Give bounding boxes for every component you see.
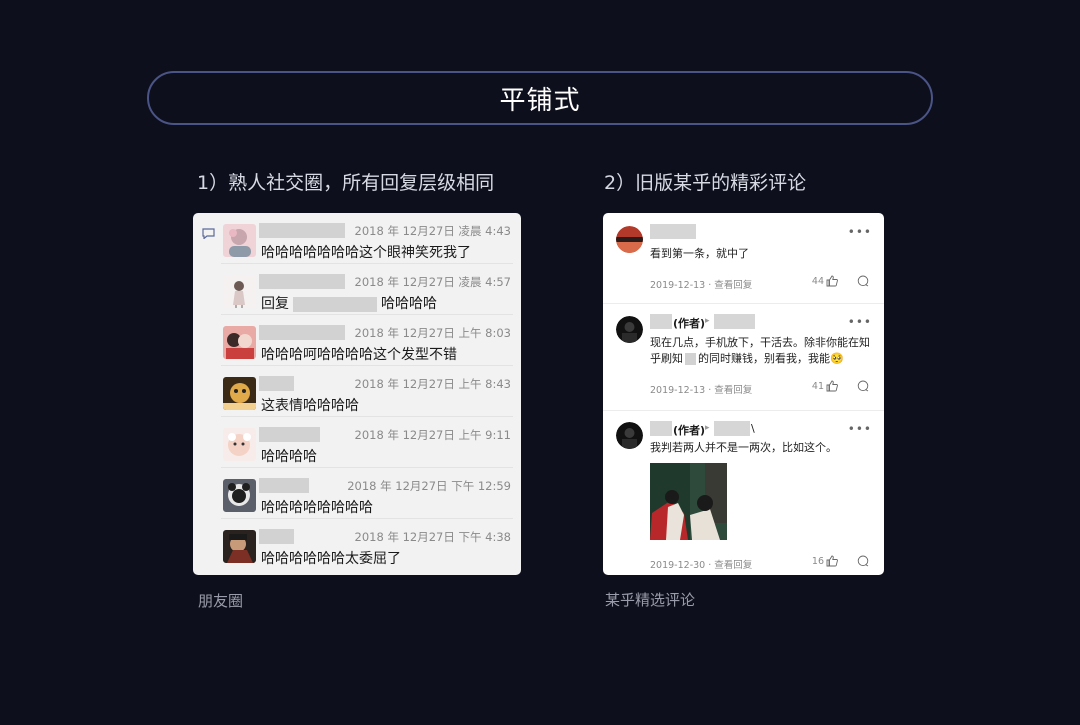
comment-text: 现在几点，手机放下，干活去。除非你能在知 乎刷知 的同时赚钱，别看我，我能🥺	[650, 336, 870, 365]
comment-row[interactable]: 2018 年 12月27日 下午 12:59 哈哈哈哈哈哈哈哈	[221, 468, 513, 519]
left-heading: 1）熟人社交圈，所有回复层级相同	[197, 172, 495, 194]
comment-text: 哈哈哈呵哈哈哈哈这个发型不错	[261, 347, 457, 363]
right-heading: 2）旧版某乎的精彩评论	[604, 172, 807, 194]
more-options-icon[interactable]: •••	[848, 225, 872, 239]
avatar	[223, 428, 256, 461]
comment-bubble-icon	[202, 228, 215, 239]
avatar	[223, 530, 256, 563]
more-options-icon[interactable]: •••	[848, 422, 872, 436]
comment-time: 2018 年 12月27日 下午 12:59	[347, 479, 511, 493]
thumbs-up-icon[interactable]	[826, 380, 838, 392]
comment-item: (作者) ▸ ••• 现在几点，手机放下，干活去。除非你能在知 乎刷知 的同时赚钱，…	[603, 304, 884, 410]
name-placeholder	[259, 274, 345, 289]
comment-time: 2018 年 12月27日 下午 4:38	[354, 530, 511, 544]
view-replies-link[interactable]: 查看回复	[714, 280, 752, 291]
comment-row[interactable]: 2018 年 12月27日 上午 8:03 哈哈哈呵哈哈哈哈这个发型不错	[221, 315, 513, 366]
name-placeholder	[714, 314, 755, 329]
like-count: 41	[811, 381, 824, 392]
name-placeholder	[259, 478, 309, 493]
avatar	[223, 224, 256, 257]
name-placeholder	[259, 223, 345, 238]
author-tail: \	[751, 422, 755, 435]
comment-row[interactable]: 2018 年 12月27日 上午 9:11 哈哈哈哈	[221, 417, 513, 468]
left-caption: 朋友圈	[198, 592, 244, 610]
more-options-icon[interactable]: •••	[848, 315, 872, 329]
thumbs-up-icon[interactable]	[826, 275, 838, 287]
comment-time: 2018 年 12月27日 上午 8:43	[354, 377, 511, 391]
reply-bubble-icon[interactable]	[857, 555, 869, 567]
comment-time: 2018 年 12月27日 凌晨 4:57	[354, 275, 511, 289]
comment-meta: 2019-12-13 · 查看回复	[650, 280, 753, 291]
comment-photo[interactable]	[650, 463, 727, 540]
comment-meta: 2019-12-13 · 查看回复	[650, 385, 753, 396]
name-placeholder	[259, 325, 345, 340]
reply-arrow-icon: ▸	[705, 316, 710, 326]
thumbs-up-icon[interactable]	[826, 555, 838, 567]
avatar	[223, 326, 256, 359]
author-tag: (作者)	[673, 317, 706, 330]
comment-text: 哈哈哈哈哈哈哈哈	[261, 500, 373, 516]
comment-text: 回复 哈哈哈哈	[261, 296, 437, 312]
name-placeholder	[259, 529, 294, 544]
comment-time: 2018 年 12月27日 凌晨 4:43	[354, 224, 511, 238]
comment-row[interactable]: 2018 年 12月27日 凌晨 4:43 哈哈哈哈哈哈哈这个眼神笑死我了	[221, 213, 513, 264]
comment-text: 看到第一条，就中了	[650, 247, 749, 260]
avatar	[223, 479, 256, 512]
comment-time: 2018 年 12月27日 上午 9:11	[354, 428, 511, 442]
comment-text: 哈哈哈哈哈哈太委屈了	[261, 551, 401, 567]
view-replies-link[interactable]: 查看回复	[714, 385, 752, 396]
comment-item: (作者) ▸ \ ••• 我判若两人并不是一两次，比如这个。 2019-12-3…	[603, 411, 884, 575]
name-placeholder	[714, 421, 750, 436]
reply-bubble-icon[interactable]	[857, 380, 869, 392]
avatar[interactable]	[616, 316, 643, 343]
comment-item: ••• 看到第一条，就中了 2019-12-13 · 查看回复 44	[603, 213, 884, 303]
name-placeholder	[259, 376, 294, 391]
comment-row[interactable]: 2018 年 12月27日 下午 4:38 哈哈哈哈哈哈太委屈了	[221, 519, 513, 570]
reply-arrow-icon: ▸	[705, 423, 710, 433]
reply-bubble-icon[interactable]	[857, 275, 869, 287]
name-placeholder	[650, 314, 672, 329]
right-caption: 某乎精选评论	[605, 591, 696, 609]
name-placeholder	[259, 427, 320, 442]
comment-row[interactable]: 2018 年 12月27日 上午 8:43 这表情哈哈哈哈	[221, 366, 513, 417]
avatar[interactable]	[616, 422, 643, 449]
avatar	[223, 377, 256, 410]
name-placeholder	[650, 224, 696, 239]
avatar	[223, 275, 256, 308]
comment-text: 我判若两人并不是一两次，比如这个。	[650, 441, 837, 454]
comment-text: 哈哈哈哈哈哈哈这个眼神笑死我了	[261, 245, 471, 261]
view-replies-link[interactable]: 查看回复	[714, 560, 752, 571]
zhihu-comment-panel: ••• 看到第一条，就中了 2019-12-13 · 查看回复 44 (作者) …	[603, 213, 884, 575]
comment-time: 2018 年 12月27日 上午 8:03	[354, 326, 511, 340]
like-count: 44	[811, 276, 824, 287]
author-tag: (作者)	[673, 424, 706, 437]
name-placeholder	[650, 421, 672, 436]
page-title: 平铺式	[147, 71, 933, 125]
comment-meta: 2019-12-30 · 查看回复	[650, 560, 753, 571]
comment-text: 这表情哈哈哈哈	[261, 398, 359, 414]
moments-comment-panel: 2018 年 12月27日 凌晨 4:43 哈哈哈哈哈哈哈这个眼神笑死我了 20…	[193, 213, 521, 575]
comment-row[interactable]: 2018 年 12月27日 凌晨 4:57 回复 哈哈哈哈	[221, 264, 513, 315]
comment-text: 哈哈哈哈	[261, 449, 317, 465]
avatar[interactable]	[616, 226, 643, 253]
like-count: 16	[811, 556, 824, 567]
